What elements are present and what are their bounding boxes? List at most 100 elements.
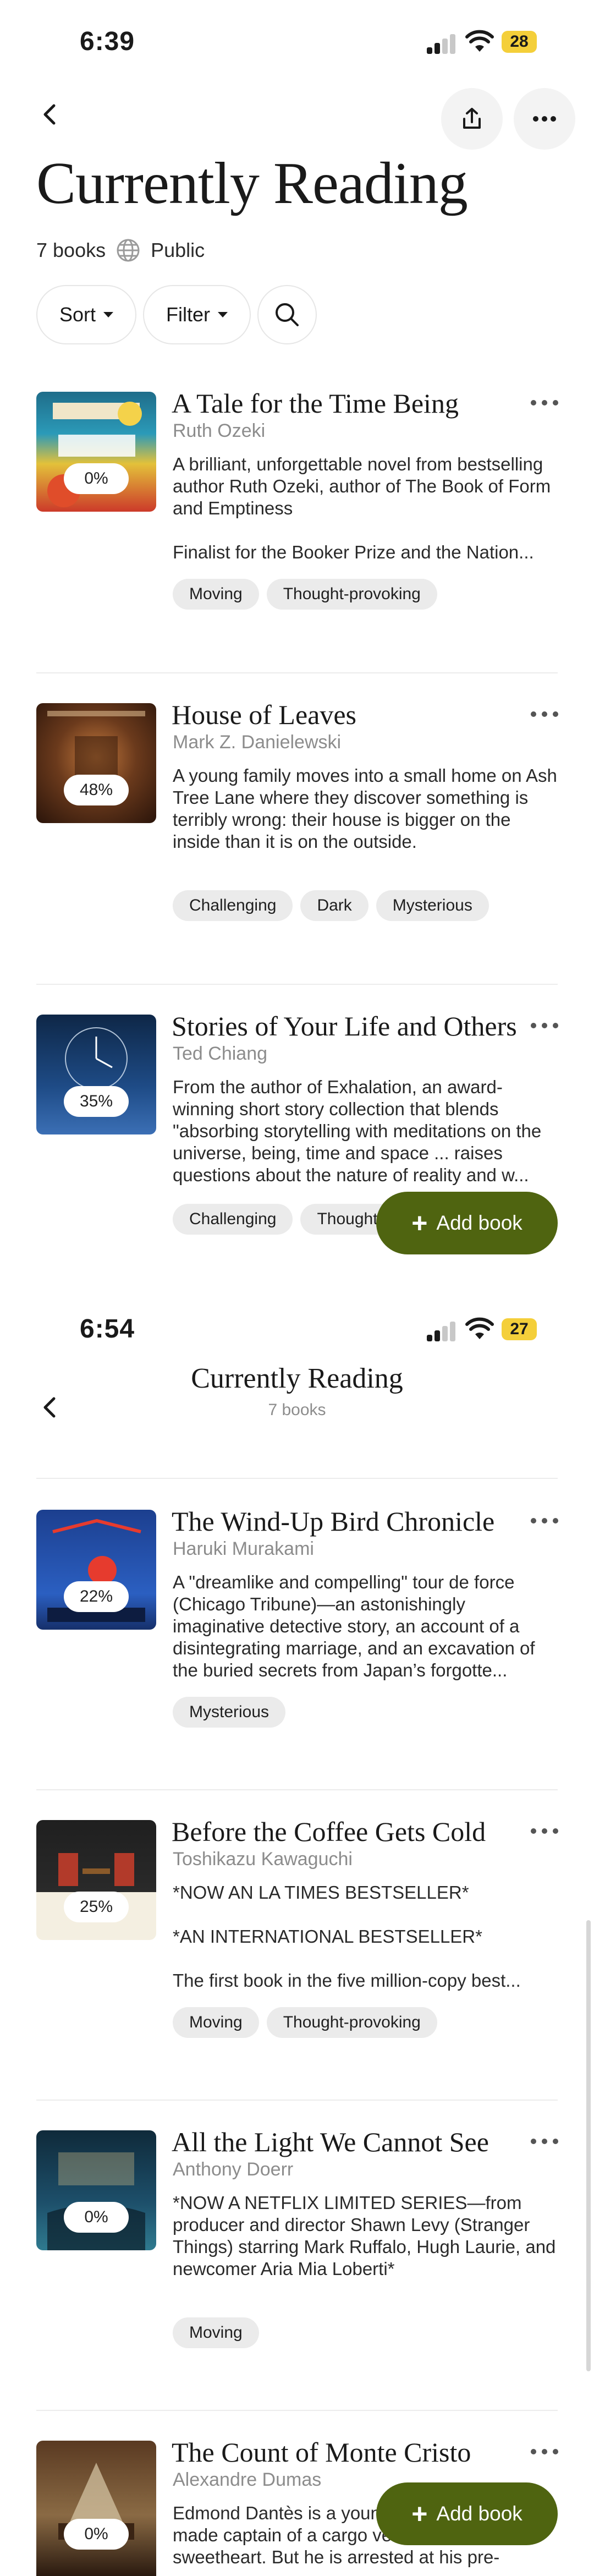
book-title[interactable]: Stories of Your Life and Others [172, 1010, 517, 1042]
book-description: *NOW AN LA TIMES BESTSELLER* *AN INTERNA… [173, 1882, 558, 1997]
book-description: A "dreamlike and compelling" tour de for… [173, 1571, 558, 1681]
share-button[interactable] [441, 88, 503, 150]
tag-chip[interactable]: Mysterious [376, 890, 489, 921]
book-title[interactable]: The Wind-Up Bird Chronicle [172, 1505, 494, 1537]
book-title[interactable]: The Count of Monte Cristo [172, 2436, 471, 2468]
tag-chip[interactable]: Challenging [173, 1204, 293, 1235]
cover-art [58, 2463, 134, 2540]
tag-chip[interactable]: Thought-provoking [266, 2007, 437, 2038]
sort-label: Sort [59, 303, 96, 326]
book-author[interactable]: Alexandre Dumas [173, 2469, 321, 2491]
mood-tags: Challenging Dark Mysterious [173, 890, 489, 921]
book-cover[interactable]: 25% [36, 1820, 156, 1940]
sort-button[interactable]: Sort [36, 285, 136, 344]
description-paragraph: The first book in the five million-copy … [173, 1970, 521, 1991]
progress-badge: 48% [64, 775, 129, 805]
book-card[interactable]: 48% House of Leaves Mark Z. Danielewski … [0, 699, 594, 956]
book-title[interactable]: A Tale for the Time Being [172, 387, 459, 419]
book-author[interactable]: Ruth Ozeki [173, 420, 265, 442]
wifi-icon [465, 1317, 494, 1339]
mood-tags: Mysterious [173, 1697, 286, 1728]
book-card[interactable]: 25% Before the Coffee Gets Cold Toshikaz… [0, 1816, 594, 2073]
tag-chip[interactable]: Moving [173, 579, 259, 610]
book-description: A brilliant, unforgettable novel from be… [173, 453, 558, 563]
status-time: 6:54 [80, 1314, 135, 1344]
book-title[interactable]: Before the Coffee Gets Cold [172, 1816, 486, 1848]
book-more-button[interactable] [528, 2136, 561, 2147]
description-paragraph: A young family moves into a small home o… [173, 765, 557, 852]
battery-indicator: 27 [502, 1318, 537, 1340]
book-cover[interactable]: 0% [36, 2441, 156, 2576]
filter-label: Filter [166, 303, 210, 326]
wifi-icon [465, 30, 494, 52]
book-cover[interactable]: 48% [36, 703, 156, 823]
page-title: Currently Reading [36, 151, 468, 216]
screen-currently-reading-list: 6:39 28 Currently Reading 7 books Public… [0, 0, 594, 1287]
scrollbar[interactable] [586, 1920, 591, 2371]
plus-icon: + [411, 1208, 428, 1238]
book-description: *NOW A NETFLIX LIMITED SERIES—from produ… [173, 2192, 558, 2280]
signal-icon [427, 1319, 460, 1341]
more-options-button[interactable] [514, 88, 575, 150]
add-book-label: Add book [436, 1212, 522, 1234]
book-description: A young family moves into a small home o… [173, 765, 558, 853]
progress-badge: 0% [64, 463, 129, 494]
book-title[interactable]: House of Leaves [172, 699, 356, 731]
book-more-button[interactable] [528, 1515, 561, 1526]
back-button[interactable] [32, 97, 67, 132]
divider [36, 672, 558, 673]
chevron-down-icon [103, 312, 114, 317]
progress-badge: 0% [64, 2519, 129, 2550]
shelf-meta: 7 books Public [36, 238, 205, 263]
tag-chip[interactable]: Mysterious [173, 1697, 286, 1728]
search-icon [276, 303, 299, 326]
filter-button[interactable]: Filter [143, 285, 251, 344]
mood-tags: Moving Thought-provoking [173, 579, 437, 610]
back-arrow-icon [43, 104, 56, 125]
progress-badge: 0% [64, 2202, 129, 2233]
book-card[interactable]: 0% A Tale for the Time Being Ruth Ozeki … [0, 388, 594, 656]
book-card[interactable]: 22% The Wind-Up Bird Chronicle Haruki Mu… [0, 1506, 594, 1763]
book-card[interactable]: 0% All the Light We Cannot See Anthony D… [0, 2126, 594, 2383]
status-time: 6:39 [80, 27, 135, 56]
visibility-label[interactable]: Public [151, 239, 205, 262]
divider [36, 2100, 558, 2101]
book-cover[interactable]: 35% [36, 1015, 156, 1134]
book-more-button[interactable] [528, 1020, 561, 1031]
divider [36, 2410, 558, 2411]
book-more-button[interactable] [528, 709, 561, 720]
more-icon [533, 116, 556, 122]
book-author[interactable]: Ted Chiang [173, 1043, 267, 1065]
tag-chip[interactable]: Moving [173, 2007, 259, 2038]
tag-chip[interactable]: Moving [173, 2317, 259, 2348]
share-icon [463, 108, 481, 129]
description-paragraph: *NOW A NETFLIX LIMITED SERIES—from produ… [173, 2193, 556, 2279]
header-title: Currently Reading [191, 1363, 403, 1394]
book-author[interactable]: Mark Z. Danielewski [173, 732, 341, 753]
tag-chip[interactable]: Dark [300, 890, 369, 921]
book-author[interactable]: Anthony Doerr [173, 2159, 293, 2180]
header-subtitle: 7 books [268, 1401, 326, 1419]
tag-chip[interactable]: Challenging [173, 890, 293, 921]
description-paragraph: A brilliant, unforgettable novel from be… [173, 454, 551, 518]
add-book-button[interactable]: + Add book [376, 1192, 558, 1254]
book-author[interactable]: Haruki Murakami [173, 1538, 314, 1560]
book-more-button[interactable] [528, 1826, 561, 1837]
screen-currently-reading-scrolled: 6:54 27 Currently Reading 7 books 22% Th… [0, 1287, 594, 2576]
add-book-button[interactable]: + Add book [376, 2482, 558, 2545]
status-bar: 6:54 27 [0, 1287, 594, 1370]
divider [36, 984, 558, 985]
book-cover[interactable]: 22% [36, 1510, 156, 1630]
book-more-button[interactable] [528, 2446, 561, 2457]
description-paragraph: Finalist for the Booker Prize and the Na… [173, 542, 534, 562]
book-more-button[interactable] [528, 397, 561, 408]
tag-chip[interactable]: Thought-provoking [266, 579, 437, 610]
search-button[interactable] [257, 285, 317, 344]
progress-badge: 25% [64, 1892, 129, 1922]
book-cover[interactable]: 0% [36, 2130, 156, 2250]
description-paragraph: From the author of Exhalation, an award-… [173, 1077, 542, 1185]
book-cover[interactable]: 0% [36, 392, 156, 512]
book-author[interactable]: Toshikazu Kawaguchi [173, 1849, 353, 1870]
book-title[interactable]: All the Light We Cannot See [172, 2126, 489, 2158]
description-paragraph: *NOW AN LA TIMES BESTSELLER* [173, 1882, 469, 1903]
